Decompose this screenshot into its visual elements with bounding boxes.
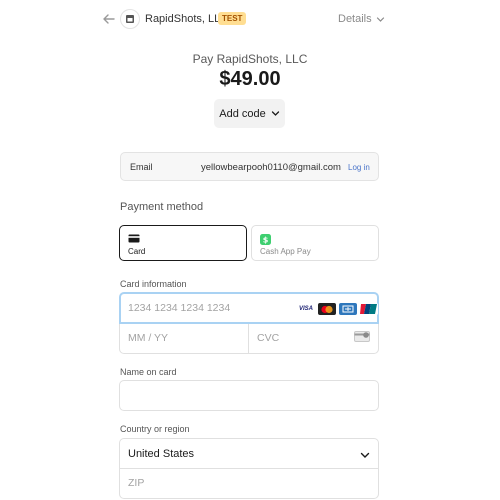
country-value: United States xyxy=(128,448,195,460)
name-on-card-label: Name on card xyxy=(120,367,177,377)
amex-icon xyxy=(339,303,357,315)
zip-input[interactable]: ZIP xyxy=(119,469,379,499)
merchant-name: RapidShots, LLC xyxy=(145,13,229,25)
chevron-down-icon xyxy=(376,16,384,22)
mastercard-icon xyxy=(318,303,336,315)
zip-placeholder: ZIP xyxy=(128,477,145,489)
expiry-input[interactable]: MM / YY xyxy=(119,324,249,354)
back-arrow-icon[interactable] xyxy=(102,12,116,26)
store-icon xyxy=(126,15,134,23)
card-information-label: Card information xyxy=(120,279,187,289)
payment-tab-card[interactable]: Card xyxy=(119,225,247,261)
login-link[interactable]: Log in xyxy=(348,163,370,172)
expiry-placeholder: MM / YY xyxy=(128,332,169,344)
visa-icon: VISA xyxy=(297,303,315,315)
card-number-input[interactable]: 1234 1234 1234 1234 VISA xyxy=(119,292,379,324)
email-row: Email yellowbearpooh0110@gmail.com Log i… xyxy=(120,152,379,181)
email-label: Email xyxy=(130,162,153,172)
details-label: Details xyxy=(338,13,372,25)
add-code-button[interactable]: Add code xyxy=(214,99,285,128)
payment-tab-card-label: Card xyxy=(128,247,146,256)
unionpay-icon xyxy=(360,303,378,315)
merchant-logo xyxy=(120,9,140,29)
total-amount: $49.00 xyxy=(219,68,281,90)
card-brand-icons: VISA xyxy=(297,303,378,315)
credit-card-icon xyxy=(128,234,140,243)
name-on-card-input[interactable] xyxy=(119,380,379,411)
payment-tab-cash-app[interactable]: $ Cash App Pay xyxy=(251,225,379,261)
cvc-placeholder: CVC xyxy=(257,332,280,344)
payment-method-heading: Payment method xyxy=(120,201,204,213)
add-code-label: Add code xyxy=(219,107,266,120)
cvc-input[interactable]: CVC xyxy=(248,324,379,354)
country-select[interactable]: United States xyxy=(119,438,379,469)
test-mode-badge: TEST xyxy=(218,12,247,25)
cvc-card-icon xyxy=(354,331,370,342)
country-region-label: Country or region xyxy=(120,424,190,434)
pay-title: Pay RapidShots, LLC xyxy=(192,52,308,66)
email-value: yellowbearpooh0110@gmail.com xyxy=(201,162,341,173)
svg-text:$: $ xyxy=(263,235,269,244)
card-number-placeholder: 1234 1234 1234 1234 xyxy=(128,302,231,314)
chevron-down-icon xyxy=(360,452,370,458)
payment-tab-cash-app-label: Cash App Pay xyxy=(260,247,311,256)
cash-app-icon: $ xyxy=(260,234,271,245)
chevron-down-icon xyxy=(271,111,279,116)
details-toggle[interactable]: Details xyxy=(338,13,385,25)
